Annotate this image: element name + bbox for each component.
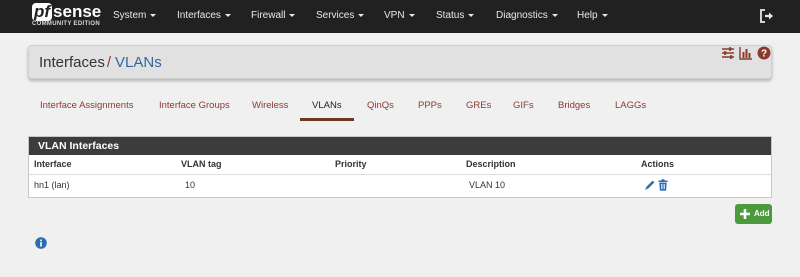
menu-system-label: System (113, 10, 147, 21)
add-vlan-button[interactable]: Add (735, 204, 772, 224)
caret-down-icon (150, 13, 157, 17)
tab-gifs[interactable]: GIFs (513, 100, 534, 111)
caret-down-icon (468, 13, 475, 17)
cell-vlan-tag: 10 (185, 180, 196, 190)
breadcrumb-parent[interactable]: Interfaces (39, 54, 105, 71)
menu-vpn-label: VPN (384, 10, 405, 21)
menu-diagnostics-label: Diagnostics (496, 10, 548, 21)
caret-down-icon (224, 13, 231, 17)
logo-pf: pf (32, 2, 53, 21)
logo-edition: COMMUNITY EDITION (32, 21, 100, 27)
breadcrumb: Interfaces / VLANs (39, 54, 162, 71)
menu-help-label: Help (577, 10, 598, 21)
tab-bridges[interactable]: Bridges (558, 100, 590, 111)
cell-interface: hn1 (lan) (34, 180, 70, 190)
tab-interface-groups[interactable]: Interface Groups (159, 100, 230, 111)
question-circle-icon[interactable]: ? (757, 46, 771, 60)
column-header-actions: Actions (641, 159, 675, 169)
sliders-icon[interactable] (721, 46, 735, 60)
caret-down-icon (358, 13, 365, 17)
logo-wordmark: pf sense (32, 3, 101, 21)
cell-description: VLAN 10 (469, 180, 506, 190)
menu-firewall[interactable]: Firewall (251, 10, 296, 21)
tab-qinqs[interactable]: QinQs (367, 100, 394, 111)
caret-down-icon (289, 13, 296, 17)
interface-tabs: Interface Assignments Interface Groups W… (28, 94, 772, 124)
breadcrumb-separator: / (106, 54, 112, 71)
menu-status-label: Status (436, 10, 465, 21)
menu-interfaces-label: Interfaces (177, 10, 221, 21)
plus-icon (740, 209, 750, 219)
logo-sense: sense (53, 2, 102, 21)
top-navbar: pf sense COMMUNITY EDITION System Interfa… (0, 0, 800, 33)
tab-wireless[interactable]: Wireless (252, 100, 288, 111)
table-row[interactable]: hn1 (lan) 10 VLAN 10 (29, 175, 771, 197)
pfsense-logo[interactable]: pf sense COMMUNITY EDITION (32, 3, 101, 31)
column-header-priority[interactable]: Priority (335, 159, 367, 169)
caret-down-icon (601, 13, 608, 17)
page-header: Interfaces / VLANs ? (28, 45, 772, 79)
caret-down-icon (551, 13, 558, 17)
trash-icon[interactable] (657, 179, 669, 191)
menu-services-label: Services (316, 10, 355, 21)
tab-laggs[interactable]: LAGGs (615, 100, 646, 111)
caret-down-icon (408, 13, 415, 17)
bar-chart-icon[interactable] (739, 46, 753, 60)
panel-title: VLAN Interfaces (38, 140, 120, 152)
menu-firewall-label: Firewall (251, 10, 286, 21)
menu-interfaces[interactable]: Interfaces (177, 10, 231, 21)
breadcrumb-current[interactable]: VLANs (115, 54, 162, 71)
tab-interface-assignments[interactable]: Interface Assignments (40, 100, 133, 111)
tab-ppps[interactable]: PPPs (418, 100, 442, 111)
menu-status[interactable]: Status (436, 10, 475, 21)
tab-vlans[interactable]: VLANs (312, 100, 342, 111)
table-header: Interface VLAN tag Priority Description … (29, 155, 771, 175)
svg-text:?: ? (761, 49, 767, 60)
pencil-icon[interactable] (644, 179, 656, 191)
menu-system[interactable]: System (113, 10, 157, 21)
add-button-label: Add (754, 209, 770, 218)
sign-out-icon[interactable] (760, 9, 774, 23)
panel-heading: VLAN Interfaces (29, 137, 771, 155)
active-tab-indicator (300, 118, 354, 121)
menu-diagnostics[interactable]: Diagnostics (496, 10, 558, 21)
vlan-interfaces-panel: VLAN Interfaces Interface VLAN tag Prior… (28, 136, 772, 198)
column-header-interface[interactable]: Interface (34, 159, 72, 169)
column-header-vlan-tag[interactable]: VLAN tag (181, 159, 222, 169)
info-circle-icon[interactable] (35, 237, 47, 249)
column-header-description[interactable]: Description (466, 159, 516, 169)
menu-help[interactable]: Help (577, 10, 608, 21)
menu-vpn[interactable]: VPN (384, 10, 415, 21)
menu-services[interactable]: Services (316, 10, 365, 21)
tab-gres[interactable]: GREs (466, 100, 491, 111)
